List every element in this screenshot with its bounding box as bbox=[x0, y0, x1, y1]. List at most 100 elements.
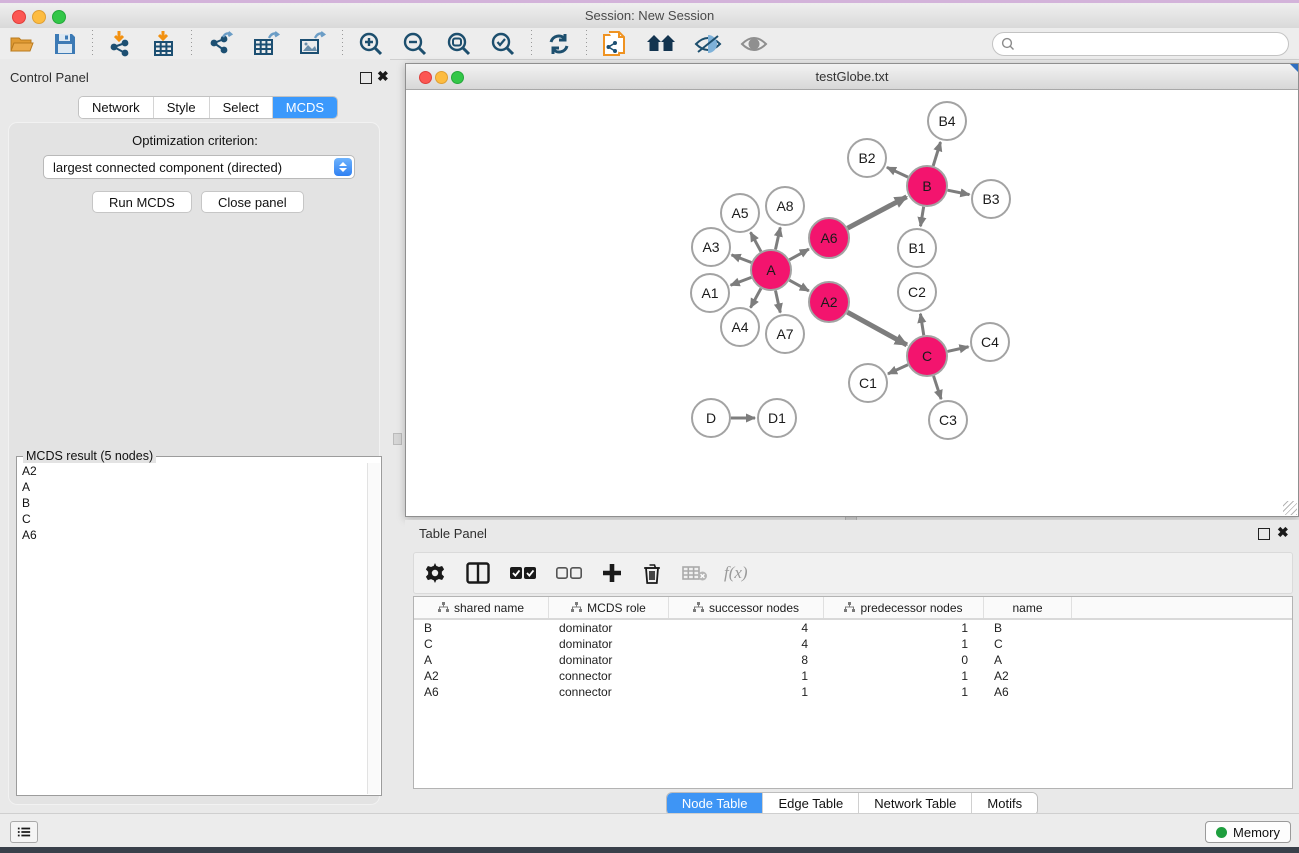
import-network-icon[interactable] bbox=[108, 30, 134, 58]
edge-B-B3[interactable] bbox=[948, 190, 970, 194]
edge-A-A3[interactable] bbox=[732, 255, 752, 263]
edge-B-B1[interactable] bbox=[921, 207, 924, 227]
edge-A-A7[interactable] bbox=[775, 291, 780, 313]
import-table-icon[interactable] bbox=[152, 30, 176, 58]
column-header-successor-nodes[interactable]: successor nodes bbox=[669, 597, 824, 618]
function-builder-icon[interactable]: f(x) bbox=[724, 563, 748, 583]
table-float-panel-icon[interactable] bbox=[1258, 528, 1270, 540]
graph-node-B4[interactable]: B4 bbox=[928, 102, 966, 140]
cell-successor-nodes[interactable]: 1 bbox=[669, 684, 824, 700]
maximize-corner-icon[interactable] bbox=[1290, 64, 1298, 72]
graph-node-A7[interactable]: A7 bbox=[766, 315, 804, 353]
edge-A-A5[interactable] bbox=[751, 232, 761, 251]
cell-shared-name[interactable]: A2 bbox=[414, 668, 549, 684]
graph-node-C4[interactable]: C4 bbox=[971, 323, 1009, 361]
cell-successor-nodes[interactable]: 4 bbox=[669, 636, 824, 652]
cell-successor-nodes[interactable]: 1 bbox=[669, 668, 824, 684]
graph-node-A2[interactable]: A2 bbox=[809, 282, 849, 322]
graph-node-B2[interactable]: B2 bbox=[848, 139, 886, 177]
edge-A-A1[interactable] bbox=[731, 277, 752, 285]
edge-B-B4[interactable] bbox=[933, 142, 940, 166]
column-header-MCDS-role[interactable]: MCDS role bbox=[549, 597, 669, 618]
close-panel-button[interactable]: Close panel bbox=[201, 191, 304, 213]
edge-A6-B[interactable] bbox=[848, 197, 907, 228]
graph-node-D[interactable]: D bbox=[692, 399, 730, 437]
cell-predecessor-nodes[interactable]: 1 bbox=[824, 668, 984, 684]
save-session-icon[interactable] bbox=[53, 30, 77, 58]
edge-A-A2[interactable] bbox=[789, 280, 808, 291]
column-header-shared-name[interactable]: shared name bbox=[414, 597, 549, 618]
settings-gear-icon[interactable] bbox=[424, 562, 446, 584]
tab-edge-table[interactable]: Edge Table bbox=[763, 793, 859, 815]
tab-node-table[interactable]: Node Table bbox=[667, 793, 764, 815]
cell-shared-name[interactable]: A bbox=[414, 652, 549, 668]
delete-column-icon[interactable] bbox=[642, 562, 662, 584]
cell-shared-name[interactable]: A6 bbox=[414, 684, 549, 700]
cell-MCDS-role[interactable]: dominator bbox=[549, 636, 669, 652]
cell-predecessor-nodes[interactable]: 1 bbox=[824, 636, 984, 652]
mcds-result-list[interactable]: A2ABCA6 bbox=[18, 463, 368, 794]
cell-shared-name[interactable]: B bbox=[414, 620, 549, 636]
cell-predecessor-nodes[interactable]: 1 bbox=[824, 620, 984, 636]
search-field[interactable] bbox=[992, 32, 1289, 56]
result-list-item[interactable]: A6 bbox=[22, 527, 368, 543]
edge-B-B2[interactable] bbox=[887, 167, 908, 177]
graph-node-D1[interactable]: D1 bbox=[758, 399, 796, 437]
edge-A-A6[interactable] bbox=[789, 249, 808, 260]
edge-C-C2[interactable] bbox=[920, 314, 923, 336]
table-row[interactable]: Bdominator41B bbox=[414, 620, 1292, 636]
tab-style[interactable]: Style bbox=[154, 97, 210, 118]
float-panel-icon[interactable] bbox=[360, 72, 372, 84]
cell-successor-nodes[interactable]: 4 bbox=[669, 620, 824, 636]
select-all-icon[interactable] bbox=[510, 566, 536, 580]
zoom-selected-icon[interactable] bbox=[490, 30, 516, 58]
tab-network-table[interactable]: Network Table bbox=[859, 793, 972, 815]
memory-button[interactable]: Memory bbox=[1205, 821, 1291, 843]
table-header-row[interactable]: shared nameMCDS rolesuccessor nodesprede… bbox=[414, 597, 1292, 620]
graph-node-C1[interactable]: C1 bbox=[849, 364, 887, 402]
result-list-item[interactable]: C bbox=[22, 511, 368, 527]
column-visibility-icon[interactable] bbox=[466, 562, 490, 584]
export-network-icon[interactable] bbox=[207, 30, 235, 58]
cell-name[interactable]: B bbox=[984, 620, 1072, 636]
half-eye-icon[interactable] bbox=[694, 30, 722, 58]
cell-successor-nodes[interactable]: 8 bbox=[669, 652, 824, 668]
cell-predecessor-nodes[interactable]: 0 bbox=[824, 652, 984, 668]
window-resize-grip[interactable] bbox=[1283, 501, 1297, 515]
table-row[interactable]: A2connector11A2 bbox=[414, 668, 1292, 684]
network-window-titlebar[interactable]: testGlobe.txt bbox=[406, 64, 1298, 90]
cell-MCDS-role[interactable]: connector bbox=[549, 684, 669, 700]
zoom-fit-icon[interactable] bbox=[446, 30, 472, 58]
graph-node-B3[interactable]: B3 bbox=[972, 180, 1010, 218]
tab-select[interactable]: Select bbox=[210, 97, 273, 118]
cell-name[interactable]: A6 bbox=[984, 684, 1072, 700]
table-close-panel-icon[interactable]: ✖ bbox=[1277, 525, 1289, 539]
cell-shared-name[interactable]: C bbox=[414, 636, 549, 652]
graph-node-B1[interactable]: B1 bbox=[898, 229, 936, 267]
add-column-icon[interactable] bbox=[602, 563, 622, 583]
export-image-icon[interactable] bbox=[299, 30, 327, 58]
result-list-item[interactable]: A bbox=[22, 479, 368, 495]
graph-node-A5[interactable]: A5 bbox=[721, 194, 759, 232]
graph-node-A6[interactable]: A6 bbox=[809, 218, 849, 258]
graph-node-C2[interactable]: C2 bbox=[898, 273, 936, 311]
tab-mcds[interactable]: MCDS bbox=[273, 97, 337, 118]
graph-node-C[interactable]: C bbox=[907, 336, 947, 376]
cell-MCDS-role[interactable]: dominator bbox=[549, 620, 669, 636]
result-list-scrollbar[interactable] bbox=[367, 463, 380, 794]
run-mcds-button[interactable]: Run MCDS bbox=[92, 191, 192, 213]
zoom-in-icon[interactable] bbox=[358, 30, 384, 58]
graph-node-A[interactable]: A bbox=[751, 250, 791, 290]
edge-C-C3[interactable] bbox=[934, 376, 942, 399]
cell-MCDS-role[interactable]: dominator bbox=[549, 652, 669, 668]
table-row[interactable]: Adominator80A bbox=[414, 652, 1292, 668]
table-row[interactable]: Cdominator41C bbox=[414, 636, 1292, 652]
column-header-predecessor-nodes[interactable]: predecessor nodes bbox=[824, 597, 984, 618]
edge-C-C1[interactable] bbox=[888, 365, 908, 374]
vertical-splitter-grip[interactable] bbox=[393, 433, 402, 445]
cell-name[interactable]: C bbox=[984, 636, 1072, 652]
tab-motifs[interactable]: Motifs bbox=[972, 793, 1037, 815]
delete-table-icon[interactable] bbox=[682, 564, 708, 582]
open-session-icon[interactable] bbox=[9, 30, 35, 58]
cell-name[interactable]: A2 bbox=[984, 668, 1072, 684]
